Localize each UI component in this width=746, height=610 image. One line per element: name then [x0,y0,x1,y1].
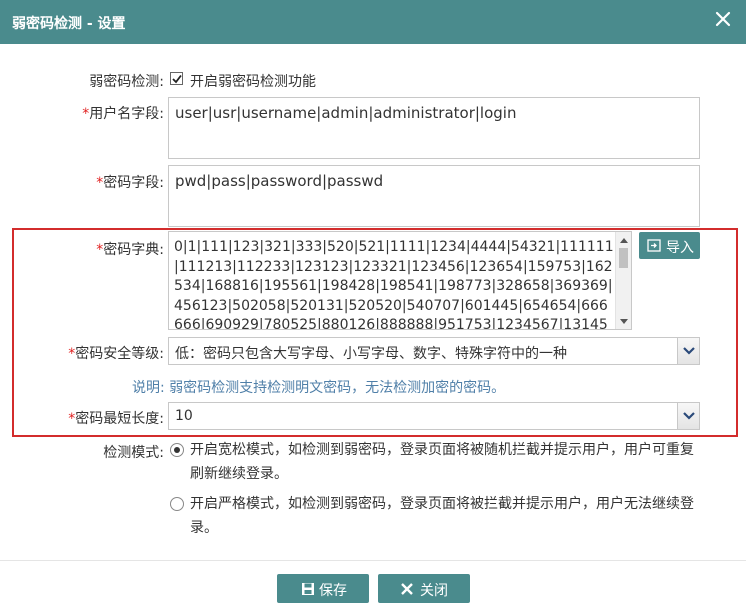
import-button-label: 导入 [666,240,694,256]
chevron-down-icon[interactable] [677,403,699,429]
scroll-up-icon[interactable] [620,238,628,243]
password-field-input[interactable]: pwd|pass|password|passwd [168,165,700,227]
enable-label: 弱密码检测: [89,74,164,90]
mode-strict-radio[interactable] [170,497,184,511]
save-button-label: 保存 [319,583,347,599]
min-length-label: *密码最短长度: [68,411,164,427]
close-icon[interactable] [712,8,734,30]
mode-label: 检测模式: [103,445,164,461]
password-field-label: *密码字段: [96,175,164,191]
dictionary-textarea[interactable]: 0|1|111|123|321|333|520|521|1111|1234|44… [168,231,632,330]
security-level-label: *密码安全等级: [68,346,164,362]
username-field-label: *用户名字段: [82,106,164,122]
dialog-titlebar: 弱密码检测 - 设置 [0,0,746,44]
scroll-thumb[interactable] [619,248,628,268]
footer-divider [0,560,746,561]
dictionary-text: 0|1|111|123|321|333|520|521|1111|1234|44… [174,239,614,330]
chevron-down-icon[interactable] [677,338,699,364]
close-button[interactable]: 关闭 [378,574,470,603]
security-level-select[interactable]: 低：密码只包含大写字母、小写字母、数字、特殊字符中的一种 [168,337,700,365]
username-field-input[interactable]: user|usr|username|admin|administrator|lo… [168,97,700,159]
dictionary-label: *密码字典: [96,242,164,258]
save-icon [302,583,314,595]
enable-checkbox-label: 开启弱密码检测功能 [190,74,316,90]
import-button[interactable]: 导入 [639,232,700,259]
close-button-label: 关闭 [420,583,448,599]
min-length-value: 10 [175,408,193,424]
save-button[interactable]: 保存 [277,574,369,603]
enable-checkbox[interactable] [170,72,183,85]
min-length-select[interactable]: 10 [168,402,700,430]
scroll-down-icon[interactable] [620,319,628,324]
close-x-icon [401,583,413,595]
note-text: 说明: 弱密码检测支持检测明文密码，无法检测加密的密码。 [132,380,506,396]
security-level-value: 低：密码只包含大写字母、小写字母、数字、特殊字符中的一种 [175,346,567,362]
mode-loose-radio[interactable] [170,443,184,457]
dialog-title: 弱密码检测 - 设置 [12,16,126,32]
mode-loose-text: 开启宽松模式，如检测到弱密码，登录页面将被随机拦截并提示用户，用户可重复刷新继续… [190,442,694,482]
import-icon [647,239,661,252]
mode-strict-text: 开启严格模式，如检测到弱密码，登录页面将被拦截并提示用户，用户无法继续登录。 [190,496,694,536]
dictionary-scrollbar[interactable] [615,232,631,329]
